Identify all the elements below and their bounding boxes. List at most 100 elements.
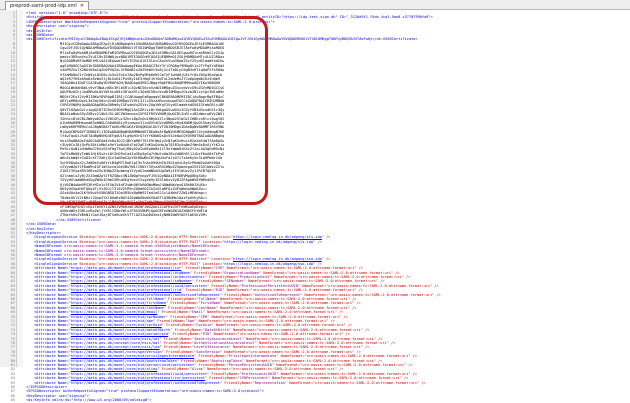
xml-attributes: Binding="urn:oasis:names:tc:SAML:2.0:bin… [79,257,234,262]
certificate-text: ZTNxYkRsZVBhN1lGaVJUajBTSm9ueGtVTTlOZ3Zw… [60,213,208,218]
service-url-link[interactable]: https://login.nemlog-in.dk/adgang/sls-id… [224,240,313,244]
attribute-url-link[interactable]: https://data.gov.dk/model/core/eid/alias [71,367,158,371]
attribute-url-link[interactable]: https://data.gov.dk/model/core/eid/fullN… [71,297,164,301]
file-tab[interactable]: preprod-saml-prod-idp.xml ✕ [5,1,89,10]
name-format: " NameFormat="urn:oasis:names:tc:SAML:2.… [222,266,363,271]
xml-tag: <SingleLogoutService [34,239,80,244]
friendly-name-value: CVRPersistent [239,376,268,381]
attribute-url-link[interactable]: https://data.gov.dk/model/core/eid/profe… [71,293,220,297]
attribute-url-link[interactable]: https://data.gov.dk/model/core/eid/first… [71,301,166,305]
friendly-name-value: ProductionUnit [239,275,270,279]
attribute-tag: <Attribute Name=" [34,283,71,288]
attribute-url-link[interactable]: https://data.gov.dk/model/core/eid/boots… [71,359,177,363]
friendly-name-value: FirstName [200,301,221,306]
attribute-url-link[interactable]: https://data.gov.dk/model/core/eid/perso… [71,332,168,336]
attribute-tag: <Attribute Name=" [34,323,71,328]
attribute-tag: <Attribute Name=" [34,341,71,345]
name-format: " NameFormat="urn:oasis:names:tc:SAML:2.… [241,336,383,341]
fold-margin [17,10,23,367]
attribute-tag: <Attribute Name=" [34,336,71,341]
name-format: " NameFormat="urn:oasis:names:tc:SAML:2.… [194,319,335,323]
attribute-tag: <Attribute Name=" [34,314,71,319]
friendly-name-key: " FriendlyName=" [159,341,195,345]
friendly-name-key: " FriendlyName=" [207,371,242,376]
attribute-url-link[interactable]: https://data.gov.dk/model/core/eid/dateO… [71,328,171,332]
attribute-url-link[interactable]: https://data.gov.dk/concept/core/nsis/lo… [71,345,160,349]
friendly-name-key: " FriendlyName=" [176,358,212,363]
xml-attributes: Binding="urn:oasis:names:tc:SAML:2.0:bin… [79,235,234,240]
attribute-tag: <Attribute Name=" [34,288,71,293]
name-format: " NameFormat="urn:oasis:names:tc:SAML:2.… [222,288,363,293]
xml-value: urn:oasis:names:tc:SAML:2.0:nameid-forma… [64,253,208,257]
attribute-url-link[interactable]: https://data.gov.dk/model/core/eid/profe… [71,372,207,376]
xml-value: " /> [313,239,322,244]
attribute-tag: <Attribute Name=" [34,327,71,332]
close-icon[interactable]: ✕ [80,3,84,9]
attribute-tag: <Attribute Name=" [34,376,71,381]
xml-tag: <SingleSignOnService [34,257,80,262]
name-format: " NameFormat="urn:oasis:names:tc:SAML:2.… [276,354,417,359]
friendly-name-key: " FriendlyName=" [189,270,225,275]
attribute-line: <Attribute Name="https://data.gov.dk/mod… [34,381,426,385]
xml-closing-tag: </ds:KeyInfo> [26,226,55,231]
attribute-url-link[interactable]: https://data.gov.dk/model/core/eid/age [71,319,153,323]
friendly-name-value: ProfessionalUUID [241,371,277,376]
name-format: " NameFormat="urn:oasis:names:tc:SAML:2.… [259,270,400,275]
xml-editor[interactable]: 1 2 3 4 5 6 7 8 9 10 11 12 13 14 15 16 17 18 19 20 21 22 23 24 2… [0,10,630,402]
friendly-name-key: " FriendlyName=" [166,301,201,306]
friendly-name-value: OrganizationName [224,270,260,275]
attribute-url-link[interactable]: https://data.gov.dk/model/core/eid/profe… [71,288,181,292]
attribute-url-link[interactable]: https://data.gov.dk/model/core/eid/lastN… [71,306,164,310]
certificate-text: aXNzdWVyIGNlcnRpZmljYXRlIGNoYWluIFRSVVNU… [60,209,208,213]
attribute-url-link[interactable]: https://data.gov.dk/model/core/specVersi… [71,350,162,354]
attribute-url-link[interactable]: https://data.gov.dk/model/core/eid/privi… [71,354,194,358]
attribute-tag: <Attribute Name=" [34,275,71,279]
friendly-name-key: " FriendlyName=" [181,266,216,271]
attribute-tag: <Attribute Name=" [34,266,71,271]
attribute-url-link[interactable]: https://data.gov.dk/model/core/eid/profe… [71,275,205,279]
friendly-name-value: IdentityAssuranceLevel [194,336,242,341]
attribute-url-link[interactable]: https://data.gov.dk/model/core/eid/profe… [71,284,207,288]
line-number: 89 [10,398,15,403]
friendly-name-value: LevelOfAssurance [194,345,229,350]
attribute-url-link[interactable]: https://data.gov.dk/model/core/eid/email [71,310,158,314]
xml-tag: <SingleSignOnService [34,261,80,266]
attribute-url-link[interactable]: https://data.gov.dk/model/core/eid/cprUu… [71,323,162,327]
xml-value: urn:oasis:names:tc:SAML:2.0:nameid-forma… [64,248,210,253]
name-format: " NameFormat="urn:oasis:names:tc:SAML:2.… [209,332,350,337]
attribute-url-link[interactable]: https://data.gov.dk/model/core/eid/profe… [71,266,181,270]
xml-tag: <NameIDFormat [34,244,65,249]
friendly-name-key: " FriendlyName=" [153,319,188,323]
service-url-link[interactable]: https://login.nemlog-in.dk/adgang/sso-id… [224,262,313,266]
attribute-tag: <Attribute Name=" [34,305,71,310]
name-format: " NameFormat="urn:oasis:names:tc:SAML:2.… [267,376,409,381]
friendly-name-value: BootstrapToken [211,358,242,363]
attribute-url-link[interactable]: https://data.gov.dk/model/core/eid/profe… [71,279,192,283]
name-format: " NameFormat="urn:oasis:names:tc:SAML:2.… [211,323,353,328]
attribute-url-link[interactable]: https://data.gov.dk/model/core/eid/cprNu… [71,315,166,319]
friendly-name-key: " FriendlyName=" [159,336,195,341]
name-format: " NameFormat="urn:oasis:names:tc:SAML:2.… [285,380,426,385]
attribute-url-link[interactable]: https://data.gov.dk/model/core/eid/profe… [71,381,220,385]
attribute-url-link[interactable]: https://data.gov.dk/model/core/eid/profe… [71,271,190,275]
xml-value: " /> [321,235,331,240]
xml-tag: <NameIDFormat [34,253,65,257]
friendly-name-key: " FriendlyName=" [181,288,216,293]
service-url-link[interactable]: https://login.nemlog-in.dk/adgang/sso-id… [233,257,322,261]
friendly-name-key: " FriendlyName=" [220,380,255,385]
attribute-tag: <Attribute Name=" [34,345,71,350]
attribute-url-link[interactable]: https://data.gov.dk/model/core/eid/profe… [71,376,205,380]
attribute-url-link[interactable]: https://data.gov.dk/model/core/eid/perso… [71,363,194,367]
attribute-tag: <Attribute Name=" [34,367,71,372]
attribute-url-link[interactable]: https://data.gov.dk/concept/core/nsis/ia… [71,337,160,341]
attribute-tag: <Attribute Name=" [34,270,71,275]
name-format: " NameFormat="urn:oasis:names:tc:SAML:2.… [202,367,344,372]
friendly-name-value: SENumber [226,279,244,284]
service-url-link[interactable]: https://login.nemlog-in.dk/adgang/sls-id… [233,235,322,239]
attribute-tag: <Attribute Name=" [34,363,71,367]
friendly-name-key: " FriendlyName=" [191,279,227,284]
xml-attributes: Binding="urn:oasis:names:tc:SAML:2.0:bin… [79,261,225,266]
friendly-name-key: " FriendlyName=" [194,363,229,367]
attribute-url-link[interactable]: https://data.gov.dk/concept/core/nsis/aa… [71,341,160,345]
xml-closing-tag: </KeyDescriptor> [26,231,61,235]
